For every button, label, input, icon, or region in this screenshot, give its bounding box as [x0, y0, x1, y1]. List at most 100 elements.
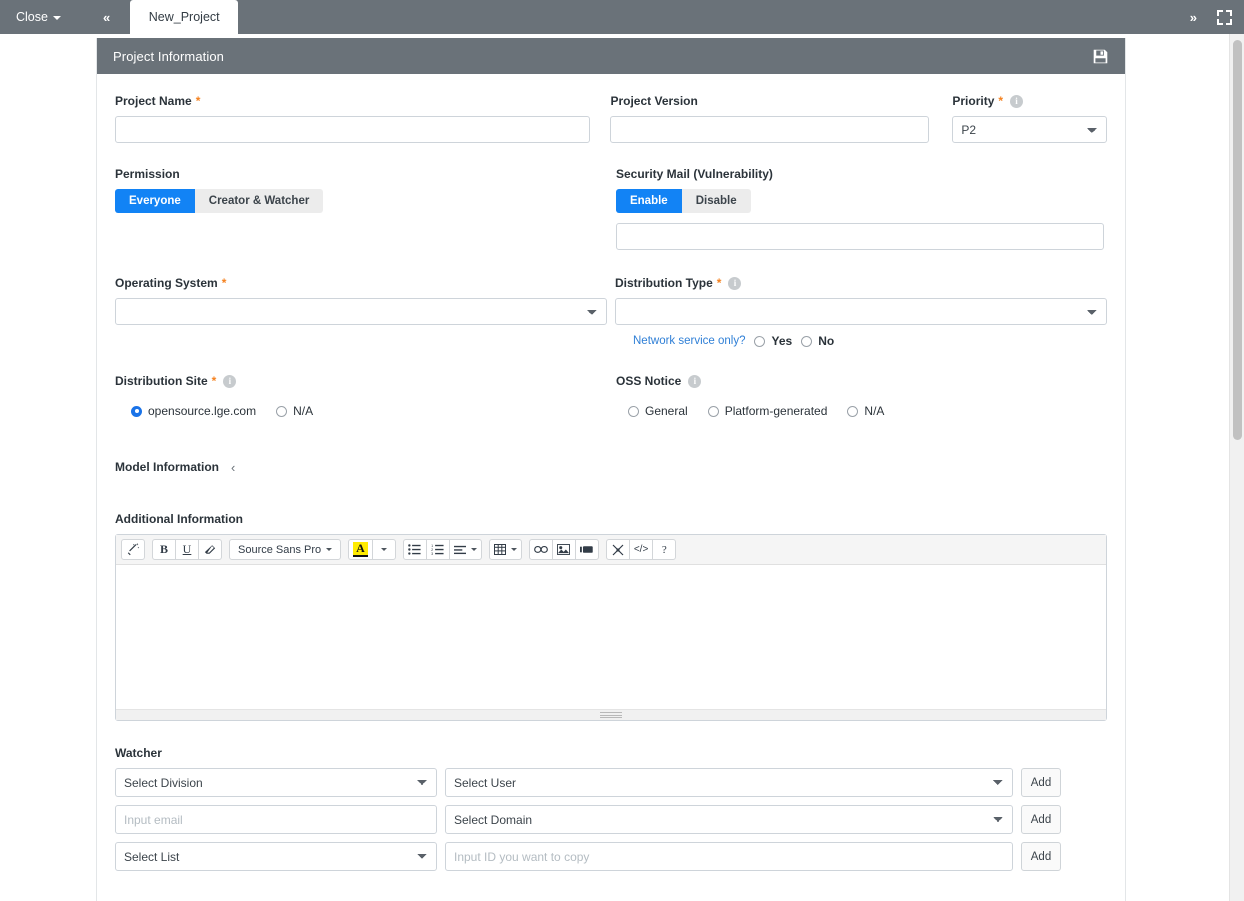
top-bar-left: Close « [0, 0, 120, 34]
watcher-copy-id-wrap [445, 842, 1013, 871]
distribution-site-opensource[interactable]: opensource.lge.com [131, 404, 256, 418]
link-icon[interactable] [528, 539, 553, 560]
project-version-input[interactable] [610, 116, 930, 143]
numbered-list-icon[interactable]: 123 [425, 539, 450, 560]
page-title: Project Information [113, 48, 225, 64]
fullscreen-icon[interactable] [605, 539, 630, 560]
security-mail-option-disable[interactable]: Disable [681, 189, 751, 213]
toolbar-group-highlight: A [348, 539, 396, 560]
info-icon[interactable]: i [688, 374, 702, 388]
caret-down-icon [326, 548, 333, 551]
network-service-link[interactable]: Network service only? [633, 335, 745, 347]
input-copy-id[interactable] [445, 842, 1013, 871]
info-icon[interactable]: i [223, 374, 237, 388]
distribution-site-label-text: Distribution Site [115, 374, 208, 388]
distribution-type-select[interactable] [615, 298, 1107, 325]
caret-down-icon [470, 548, 477, 551]
network-service-no[interactable]: No [801, 334, 834, 348]
permission-option-creator-watcher[interactable]: Creator & Watcher [194, 189, 324, 213]
oss-notice-na[interactable]: N/A [847, 404, 884, 418]
video-icon[interactable] [574, 539, 599, 560]
fullscreen-button[interactable] [1217, 9, 1232, 25]
remove-format-icon[interactable] [198, 539, 222, 560]
distribution-site-na-label: N/A [293, 404, 314, 418]
distribution-type-label-text: Distribution Type [615, 276, 713, 290]
magic-wand-icon[interactable] [121, 539, 145, 560]
network-service-yes[interactable]: Yes [754, 334, 792, 348]
underline-icon[interactable]: U [175, 539, 199, 560]
toolbar-group-table [488, 539, 522, 560]
watcher-user-wrap: Select User [445, 768, 1013, 797]
select-division[interactable]: Select Division [115, 768, 437, 797]
watcher-division-wrap: Select Division [115, 768, 437, 797]
radio-icon [801, 335, 813, 347]
radio-icon [707, 405, 719, 417]
oss-notice-na-label: N/A [864, 404, 885, 418]
network-service-radio-group: Network service only? Yes No [615, 334, 1107, 348]
select-domain[interactable]: Select Domain [445, 805, 1013, 834]
add-watcher-list-button[interactable]: Add [1021, 842, 1061, 871]
oss-notice-platform-generated[interactable]: Platform-generated [707, 404, 827, 418]
row-site-notice: Distribution Site * i opensource.lge.com… [115, 374, 1107, 418]
bold-icon[interactable]: B [152, 539, 176, 560]
toolbar-group-text-style: B U [152, 539, 222, 560]
oss-notice-radio-group: General Platform-generated N/A [616, 404, 1107, 418]
add-watcher-email-button[interactable]: Add [1021, 805, 1061, 834]
bulleted-list-icon[interactable] [402, 539, 427, 560]
distribution-site-na[interactable]: N/A [276, 404, 313, 418]
field-project-version: Project Version [610, 94, 930, 143]
source-code-icon[interactable]: </> [628, 539, 654, 560]
chevron-left-icon[interactable]: ‹ [231, 461, 235, 474]
image-icon[interactable] [551, 539, 576, 560]
watcher-list-wrap: Select List [115, 842, 437, 871]
security-mail-option-enable[interactable]: Enable [615, 189, 682, 213]
input-email[interactable] [115, 805, 437, 834]
close-menu-button[interactable]: Close [10, 0, 67, 34]
help-icon[interactable]: ? [652, 539, 677, 560]
project-name-input[interactable] [115, 116, 591, 143]
priority-select[interactable]: P2 [952, 116, 1107, 143]
toolbar-group-font: Source Sans Pro [229, 539, 342, 560]
select-list[interactable]: Select List [115, 842, 437, 871]
page-scrollbar[interactable] [1229, 34, 1244, 901]
distribution-type-label: Distribution Type * i [615, 276, 1107, 290]
operating-system-select[interactable] [115, 298, 607, 325]
svg-text:3: 3 [431, 552, 433, 555]
watcher-label: Watcher [115, 746, 1107, 760]
field-priority: Priority * i P2 [952, 94, 1107, 143]
editor-resize-handle[interactable] [116, 709, 1106, 720]
card-body: Project Name * Project Version Priority … [97, 74, 1125, 901]
top-bar: Close « New_Project » [0, 0, 1244, 34]
more-tabs-button[interactable]: » [1190, 10, 1197, 25]
align-icon[interactable] [448, 539, 482, 560]
select-user[interactable]: Select User [445, 768, 1013, 797]
security-mail-input[interactable] [615, 223, 1104, 250]
editor-content-area[interactable] [116, 565, 1106, 709]
info-icon[interactable]: i [728, 276, 742, 290]
model-information-section: Model Information ‹ [115, 460, 1107, 474]
watcher-email-wrap [115, 805, 437, 834]
collapse-sidebar-button[interactable]: « [93, 0, 120, 34]
toolbar-group-insert [528, 539, 599, 560]
oss-notice-label-text: OSS Notice [615, 374, 682, 388]
row-project-basics: Project Name * Project Version Priority … [115, 94, 1107, 143]
caret-down-icon [52, 16, 61, 20]
text-highlight-color-icon[interactable]: A [348, 539, 373, 560]
project-name-label: Project Name * [115, 94, 590, 108]
font-family-select[interactable]: Source Sans Pro [229, 539, 342, 560]
permission-option-everyone[interactable]: Everyone [115, 189, 195, 213]
highlight-color-dropdown[interactable] [371, 539, 396, 560]
info-icon[interactable]: i [1010, 94, 1024, 108]
row-os-distribution: Operating System * Distribution Type * i [115, 276, 1107, 348]
network-service-no-label: No [818, 334, 835, 348]
page-scrollbar-thumb[interactable] [1233, 40, 1242, 440]
project-information-card: Project Information Project Name * Proje… [96, 38, 1126, 901]
save-icon[interactable] [1092, 48, 1109, 65]
close-menu-label: Close [16, 10, 48, 24]
oss-notice-general[interactable]: General [627, 404, 688, 418]
tab-new-project[interactable]: New_Project [130, 0, 239, 34]
add-watcher-user-button[interactable]: Add [1021, 768, 1061, 797]
operating-system-label-text: Operating System [115, 276, 218, 290]
table-icon[interactable] [488, 539, 522, 560]
caret-down-icon [510, 548, 517, 551]
